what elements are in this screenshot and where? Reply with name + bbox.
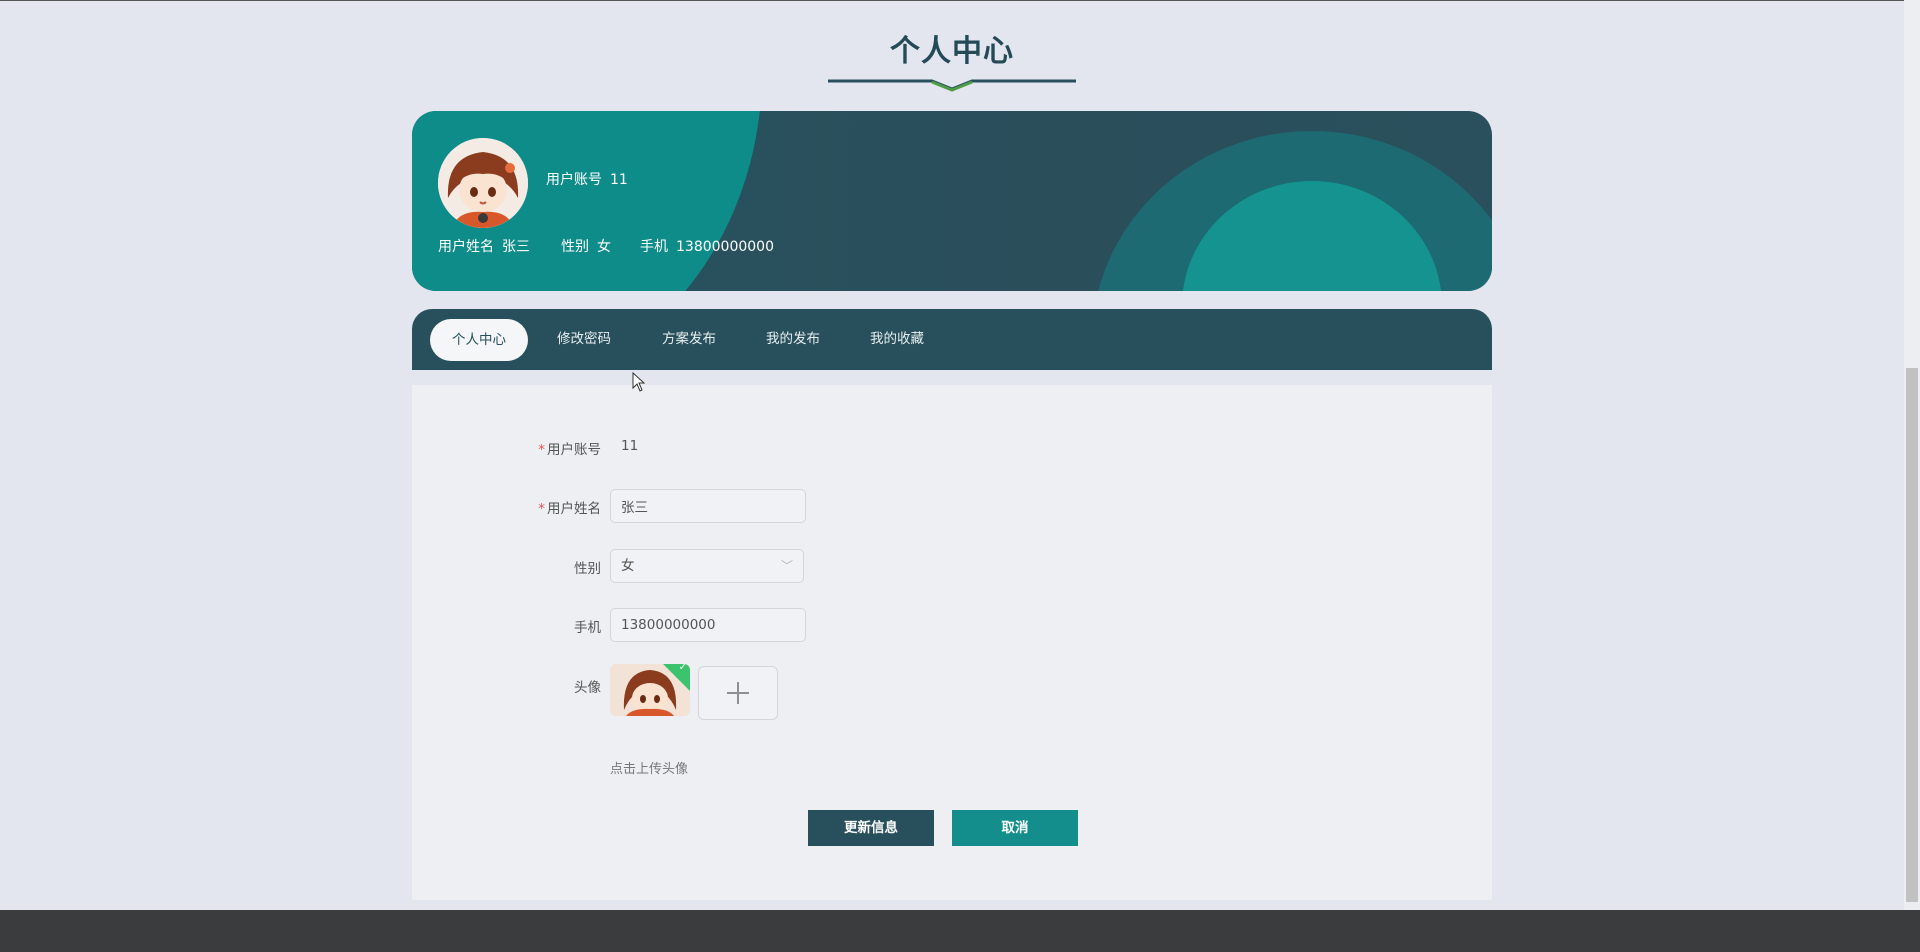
account-value: 11: [621, 438, 639, 454]
profile-phone-label: 手机: [640, 239, 668, 255]
name-input[interactable]: [610, 489, 806, 523]
cancel-button[interactable]: 取消: [952, 810, 1078, 846]
required-asterisk: *: [538, 442, 545, 458]
tab-bar: 个人中心 修改密码 方案发布 我的发布 我的收藏: [412, 309, 1492, 370]
gender-label: 性别: [574, 561, 601, 577]
scrollbar[interactable]: [1904, 0, 1920, 910]
name-label: * 用户姓名: [481, 497, 601, 517]
title-underline-decoration: [828, 79, 1076, 92]
profile-avatar: [438, 138, 528, 228]
gender-select[interactable]: 女 ﹀: [610, 549, 804, 583]
profile-name-label: 用户姓名: [438, 239, 494, 255]
profile-account-label: 用户账号: [546, 172, 602, 188]
profile-name: 用户姓名 张三: [438, 236, 530, 256]
profile-account: 用户账号 11: [546, 169, 628, 189]
profile-gender: 性别女: [561, 236, 611, 256]
phone-input[interactable]: [610, 608, 806, 642]
chevron-down-icon: ﹀: [780, 559, 793, 573]
footer: [0, 910, 1920, 952]
top-border: [0, 0, 1920, 1]
profile-account-value: 11: [610, 172, 628, 188]
profile-phone-value: 13800000000: [676, 239, 774, 255]
upload-avatar-button[interactable]: [698, 666, 778, 720]
required-asterisk: *: [538, 501, 545, 517]
name-label-text: 用户姓名: [547, 501, 601, 517]
scrollbar-thumb[interactable]: [1906, 368, 1918, 902]
account-label-text: 用户账号: [547, 442, 601, 458]
gender-select-value: 女: [621, 558, 635, 574]
mouse-cursor-icon: [632, 372, 646, 392]
tab-my-favorites[interactable]: 我的收藏: [870, 326, 924, 352]
tab-personal-center[interactable]: 个人中心: [430, 319, 528, 361]
page-title: 个人中心: [890, 34, 1014, 69]
plus-icon: [727, 682, 749, 704]
account-label: * 用户账号: [481, 438, 601, 458]
profile-phone: 手机 13800000000: [640, 236, 774, 256]
uploaded-avatar-thumbnail[interactable]: ✓: [610, 664, 690, 716]
avatar-label: 头像: [574, 680, 601, 696]
profile-name-value: 张三: [502, 239, 530, 255]
profile-gender-label: 性别: [561, 239, 589, 255]
profile-gender-value: 女: [597, 239, 611, 255]
phone-label: 手机: [574, 620, 601, 636]
update-info-button[interactable]: 更新信息: [808, 810, 934, 846]
avatar-illustration-icon: [438, 138, 528, 228]
tab-plan-publish[interactable]: 方案发布: [662, 326, 716, 352]
tab-my-publications[interactable]: 我的发布: [766, 326, 820, 352]
profile-card: 用户账号 11 用户姓名 张三 性别女 手机 13800000000: [412, 111, 1492, 291]
upload-hint: 点击上传头像: [610, 762, 689, 777]
tab-change-password[interactable]: 修改密码: [557, 326, 611, 352]
check-icon: ✓: [678, 664, 687, 673]
